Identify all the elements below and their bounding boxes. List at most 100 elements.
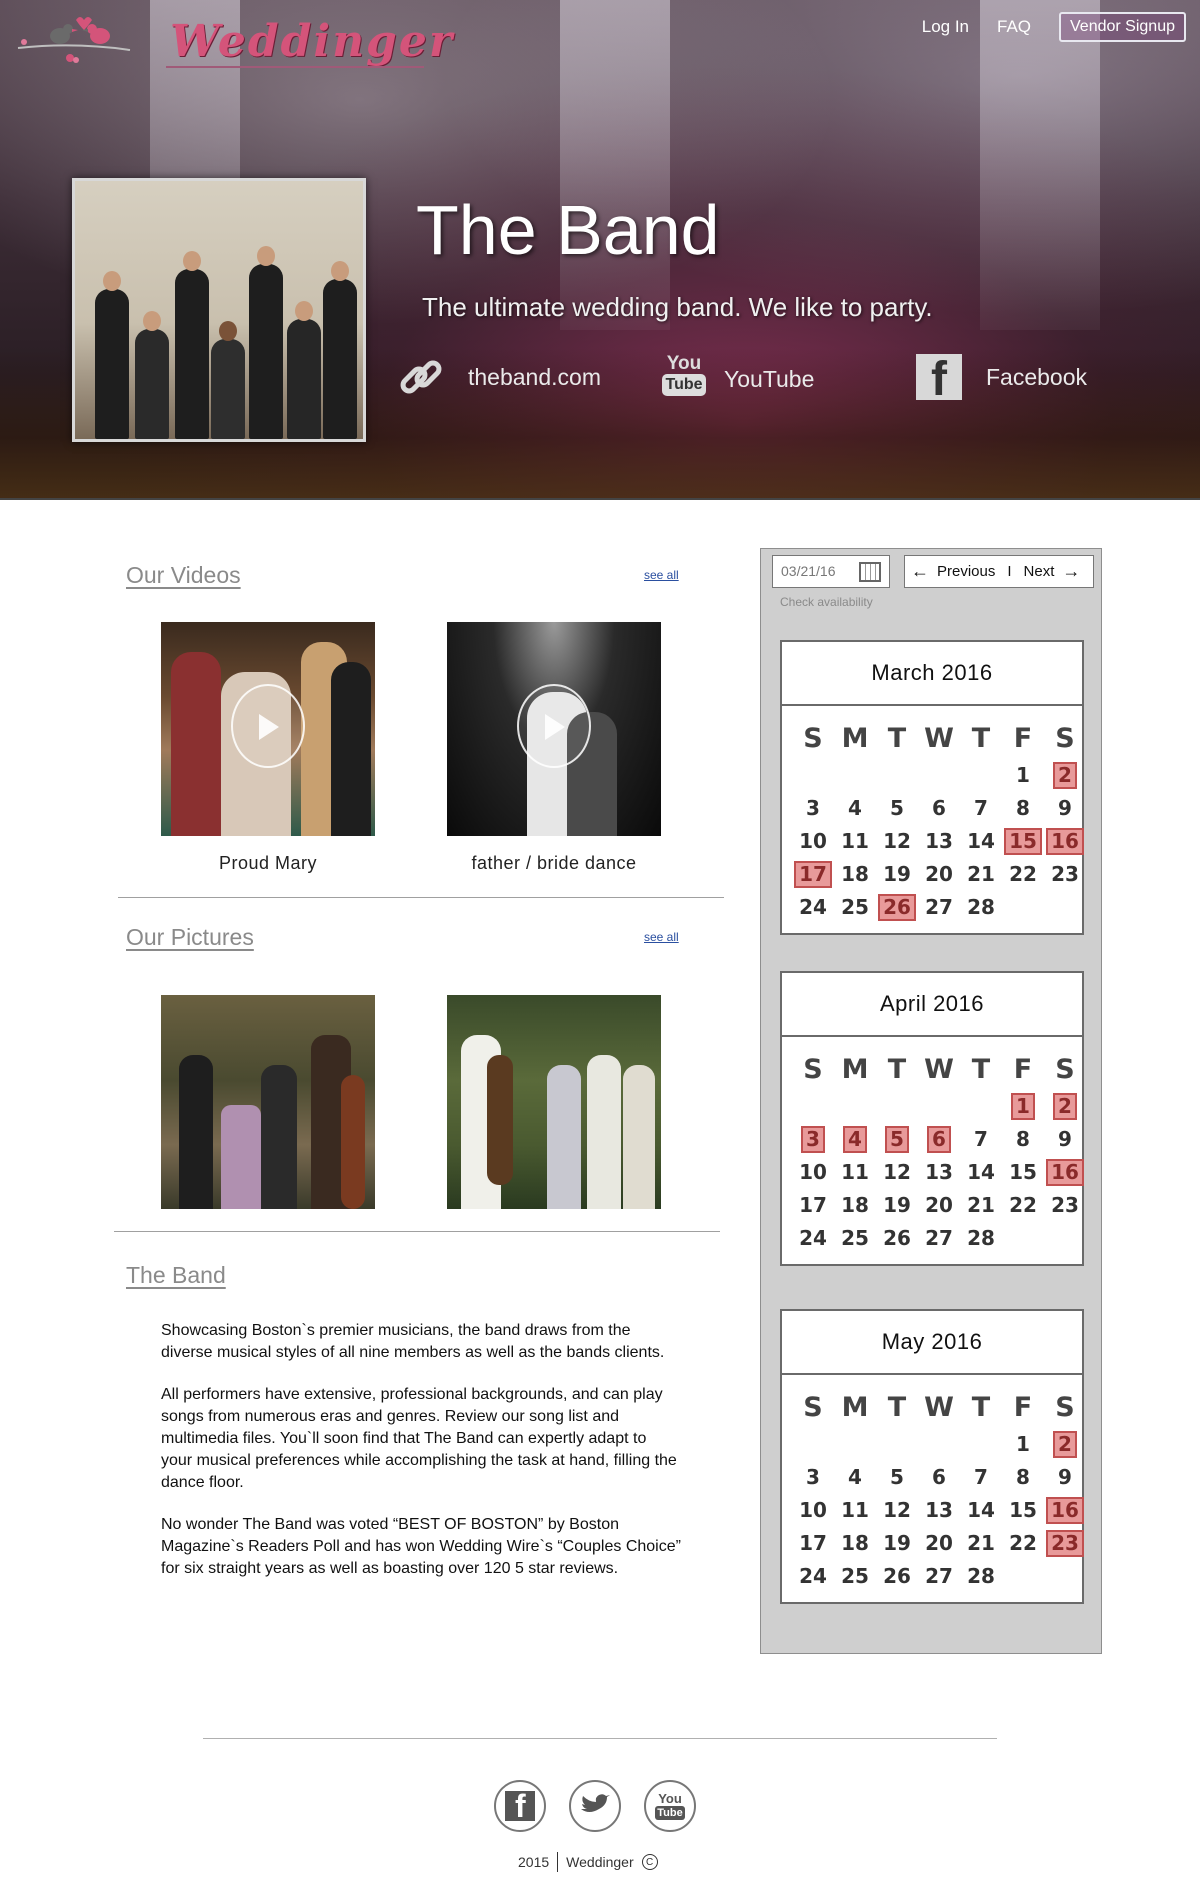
calendar-day[interactable]: 5 xyxy=(876,1462,918,1493)
calendar-day[interactable]: 28 xyxy=(960,892,1002,923)
play-button[interactable] xyxy=(517,684,591,768)
calendar-day-booked[interactable]: 5 xyxy=(876,1124,918,1155)
calendar-day[interactable]: 20 xyxy=(918,859,960,890)
calendar-day[interactable]: 4 xyxy=(834,793,876,824)
calendar-day[interactable]: 12 xyxy=(876,1495,918,1526)
calendar-day[interactable]: 3 xyxy=(792,793,834,824)
calendar-day[interactable]: 22 xyxy=(1002,1190,1044,1221)
calendar-day-booked[interactable]: 4 xyxy=(834,1124,876,1155)
calendar-day[interactable]: 19 xyxy=(876,859,918,890)
calendar-day[interactable]: 21 xyxy=(960,1190,1002,1221)
play-button[interactable] xyxy=(231,684,305,768)
calendar-day-booked[interactable]: 1 xyxy=(1002,1091,1044,1122)
calendar-day[interactable]: 14 xyxy=(960,826,1002,857)
calendar-day[interactable]: 17 xyxy=(792,1528,834,1559)
calendar-day[interactable]: 28 xyxy=(960,1561,1002,1592)
faq-link[interactable]: FAQ xyxy=(997,17,1031,37)
calendar-day[interactable]: 8 xyxy=(1002,1462,1044,1493)
calendar-day[interactable]: 15 xyxy=(1002,1157,1044,1188)
calendar-day[interactable]: 21 xyxy=(960,1528,1002,1559)
calendar-icon[interactable] xyxy=(859,562,881,582)
calendar-day[interactable]: 18 xyxy=(834,1190,876,1221)
calendar-day[interactable]: 20 xyxy=(918,1190,960,1221)
calendar-day[interactable]: 11 xyxy=(834,826,876,857)
calendar-day[interactable]: 25 xyxy=(834,892,876,923)
calendar-day[interactable]: 24 xyxy=(792,1223,834,1254)
calendar-day[interactable]: 25 xyxy=(834,1561,876,1592)
calendar-day[interactable]: 18 xyxy=(834,859,876,890)
calendar-day[interactable]: 11 xyxy=(834,1495,876,1526)
footer-facebook-button[interactable]: f xyxy=(494,1780,546,1832)
calendar-day[interactable]: 28 xyxy=(960,1223,1002,1254)
calendar-day-booked[interactable]: 2 xyxy=(1044,760,1086,791)
videos-see-all-link[interactable]: see all xyxy=(644,568,679,582)
calendar-day[interactable]: 6 xyxy=(918,793,960,824)
calendar-day[interactable]: 23 xyxy=(1044,1190,1086,1221)
calendar-day-booked[interactable]: 2 xyxy=(1044,1429,1086,1460)
calendar-day[interactable]: 23 xyxy=(1044,859,1086,890)
calendar-day[interactable]: 21 xyxy=(960,859,1002,890)
footer-youtube-button[interactable]: You Tube xyxy=(644,1780,696,1832)
calendar-day[interactable]: 27 xyxy=(918,1561,960,1592)
calendar-day[interactable]: 12 xyxy=(876,826,918,857)
calendar-day[interactable]: 9 xyxy=(1044,793,1086,824)
calendar-day[interactable]: 13 xyxy=(918,1495,960,1526)
calendar-day[interactable]: 15 xyxy=(1002,1495,1044,1526)
calendar-day[interactable]: 10 xyxy=(792,1157,834,1188)
calendar-day-booked[interactable]: 2 xyxy=(1044,1091,1086,1122)
calendar-day[interactable]: 10 xyxy=(792,1495,834,1526)
calendar-day-booked[interactable]: 6 xyxy=(918,1124,960,1155)
calendar-day[interactable]: 9 xyxy=(1044,1124,1086,1155)
calendar-day[interactable]: 24 xyxy=(792,892,834,923)
calendar-day-booked[interactable]: 17 xyxy=(792,859,834,890)
calendar-day[interactable]: 14 xyxy=(960,1495,1002,1526)
calendar-day[interactable]: 11 xyxy=(834,1157,876,1188)
calendar-day[interactable]: 19 xyxy=(876,1528,918,1559)
calendar-day[interactable]: 18 xyxy=(834,1528,876,1559)
calendar-day[interactable]: 25 xyxy=(834,1223,876,1254)
calendar-day[interactable]: 9 xyxy=(1044,1462,1086,1493)
site-logo[interactable]: Weddinger xyxy=(14,10,452,70)
video-thumbnail[interactable] xyxy=(447,622,661,836)
date-field[interactable]: 03/21/16 xyxy=(772,555,890,588)
login-link[interactable]: Log In xyxy=(922,17,969,37)
facebook-link[interactable]: f Facebook xyxy=(916,354,1087,406)
calendar-day[interactable]: 20 xyxy=(918,1528,960,1559)
calendar-day[interactable]: 22 xyxy=(1002,1528,1044,1559)
gallery-photo[interactable] xyxy=(161,995,375,1209)
calendar-day-booked[interactable]: 16 xyxy=(1044,1157,1086,1188)
calendar-day[interactable]: 24 xyxy=(792,1561,834,1592)
vendor-signup-button[interactable]: Vendor Signup xyxy=(1059,12,1186,42)
calendar-day[interactable]: 5 xyxy=(876,793,918,824)
calendar-day-booked[interactable]: 16 xyxy=(1044,1495,1086,1526)
calendar-day[interactable]: 19 xyxy=(876,1190,918,1221)
calendar-day[interactable]: 6 xyxy=(918,1462,960,1493)
calendar-day[interactable]: 13 xyxy=(918,826,960,857)
calendar-day-booked[interactable]: 16 xyxy=(1044,826,1086,857)
calendar-day[interactable]: 7 xyxy=(960,1124,1002,1155)
calendar-day[interactable]: 4 xyxy=(834,1462,876,1493)
calendar-day[interactable]: 22 xyxy=(1002,859,1044,890)
website-link[interactable]: theband.com xyxy=(398,354,601,400)
calendar-day-booked[interactable]: 3 xyxy=(792,1124,834,1155)
calendar-day[interactable]: 7 xyxy=(960,793,1002,824)
calendar-day[interactable]: 12 xyxy=(876,1157,918,1188)
video-thumbnail[interactable] xyxy=(161,622,375,836)
calendar-day[interactable]: 8 xyxy=(1002,1124,1044,1155)
calendar-day-booked[interactable]: 26 xyxy=(876,892,918,923)
footer-twitter-button[interactable] xyxy=(569,1780,621,1832)
calendar-day[interactable]: 27 xyxy=(918,1223,960,1254)
calendar-day[interactable]: 3 xyxy=(792,1462,834,1493)
calendar-day[interactable]: 13 xyxy=(918,1157,960,1188)
calendar-day[interactable]: 26 xyxy=(876,1223,918,1254)
calendar-day[interactable]: 1 xyxy=(1002,760,1044,791)
gallery-photo[interactable] xyxy=(447,995,661,1209)
calendar-day[interactable]: 7 xyxy=(960,1462,1002,1493)
calendar-day-booked[interactable]: 15 xyxy=(1002,826,1044,857)
calendar-day[interactable]: 8 xyxy=(1002,793,1044,824)
calendar-day[interactable]: 17 xyxy=(792,1190,834,1221)
calendar-day[interactable]: 14 xyxy=(960,1157,1002,1188)
calendar-day[interactable]: 10 xyxy=(792,826,834,857)
calendar-day[interactable]: 27 xyxy=(918,892,960,923)
calendar-day-booked[interactable]: 23 xyxy=(1044,1528,1086,1559)
